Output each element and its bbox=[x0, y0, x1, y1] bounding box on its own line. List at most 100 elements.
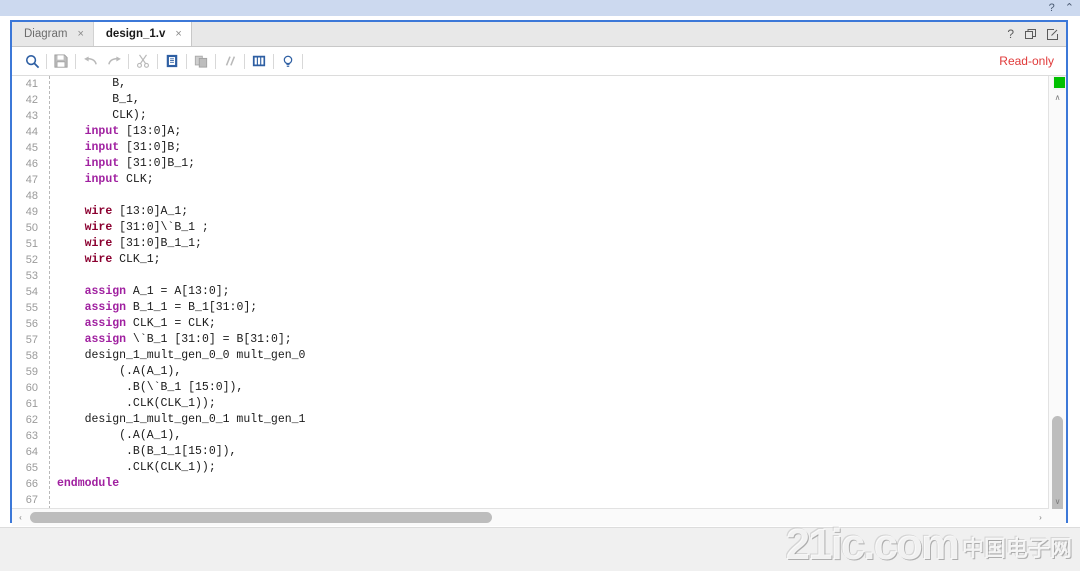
code-line[interactable]: 62 design_1_mult_gen_0_1 mult_gen_1 bbox=[12, 412, 1049, 428]
code-line[interactable]: 64 .B(B_1_1[15:0]), bbox=[12, 444, 1049, 460]
scroll-down-arrow[interactable]: ∨ bbox=[1049, 494, 1066, 509]
code-keyword: wire bbox=[84, 205, 113, 218]
restore-icon[interactable] bbox=[1025, 28, 1036, 40]
code-line[interactable]: 45 input [31:0]B; bbox=[12, 140, 1049, 156]
code-line[interactable]: 59 (.A(A_1), bbox=[12, 364, 1049, 380]
code-line[interactable]: 43 CLK); bbox=[12, 108, 1049, 124]
code-line[interactable]: 58 design_1_mult_gen_0_0 mult_gen_0 bbox=[12, 348, 1049, 364]
code-line[interactable]: 67 bbox=[12, 492, 1049, 508]
line-number: 60 bbox=[25, 382, 38, 394]
code-line[interactable]: 49 wire [13:0]A_1; bbox=[12, 204, 1049, 220]
vertical-scrollbar[interactable]: ∧ ∨ bbox=[1048, 76, 1066, 526]
code-line[interactable]: 44 input [13:0]A; bbox=[12, 124, 1049, 140]
line-number: 45 bbox=[25, 142, 38, 154]
code-keyword: wire bbox=[84, 221, 113, 234]
copy-icon-glyph bbox=[166, 54, 178, 68]
code-keyword: assign bbox=[84, 333, 127, 346]
window-close-icon[interactable]: ⌃ bbox=[1065, 2, 1074, 14]
bulb-icon[interactable] bbox=[276, 50, 300, 72]
code-line[interactable]: 54 assign A_1 = A[13:0]; bbox=[12, 284, 1049, 300]
line-number: 64 bbox=[25, 446, 38, 458]
line-text: input [31:0]B; bbox=[57, 140, 182, 156]
horizontal-scrollbar[interactable]: ‹ › bbox=[12, 508, 1049, 526]
scroll-left-arrow[interactable]: ‹ bbox=[12, 509, 29, 526]
code-token: [13:0]A; bbox=[119, 125, 182, 138]
code-editor-area[interactable]: 41 B, 42 B_1, 43 CLK); 44 input [13:0]A; 45 … bbox=[12, 76, 1066, 526]
line-text: input CLK; bbox=[57, 172, 154, 188]
tab-diagram[interactable]: Diagram × bbox=[12, 22, 94, 46]
help-icon[interactable]: ? bbox=[1007, 27, 1014, 41]
align-icon-glyph bbox=[252, 55, 266, 67]
code-line[interactable]: 56 assign CLK_1 = CLK; bbox=[12, 316, 1049, 332]
code-line[interactable]: 42 B_1, bbox=[12, 92, 1049, 108]
window-help-icon[interactable]: ? bbox=[1049, 2, 1055, 14]
copy-icon[interactable] bbox=[160, 50, 184, 72]
float-icon[interactable] bbox=[1047, 28, 1058, 40]
toolbar-separator bbox=[215, 53, 216, 69]
code-token: .CLK(CLK_1)); bbox=[57, 397, 216, 410]
code-line[interactable]: 53 bbox=[12, 268, 1049, 284]
code-line[interactable]: 52 wire CLK_1; bbox=[12, 252, 1049, 268]
code-keyword: input bbox=[84, 157, 120, 170]
line-number: 52 bbox=[25, 254, 38, 266]
line-number: 42 bbox=[25, 94, 38, 106]
bottom-status-strip bbox=[0, 527, 1080, 571]
code-line[interactable]: 46 input [31:0]B_1; bbox=[12, 156, 1049, 172]
line-text: endmodule bbox=[57, 476, 119, 492]
paste-icon[interactable] bbox=[189, 50, 213, 72]
line-text: wire [31:0]\`B_1 ; bbox=[57, 220, 209, 236]
code-line[interactable]: 47 input CLK; bbox=[12, 172, 1049, 188]
code-line[interactable]: 41 B, bbox=[12, 76, 1049, 92]
code-token: (.A(A_1), bbox=[57, 365, 182, 378]
code-line[interactable]: 50 wire [31:0]\`B_1 ; bbox=[12, 220, 1049, 236]
code-lines[interactable]: 41 B, 42 B_1, 43 CLK); 44 input [13:0]A; 45 … bbox=[12, 76, 1049, 508]
code-token: CLK_1; bbox=[112, 253, 161, 266]
code-line[interactable]: 61 .CLK(CLK_1)); bbox=[12, 396, 1049, 412]
line-number: 56 bbox=[25, 318, 38, 330]
tab-design-1-v[interactable]: design_1.v × bbox=[93, 22, 192, 46]
code-line[interactable]: 51 wire [31:0]B_1_1; bbox=[12, 236, 1049, 252]
find-icon[interactable] bbox=[20, 50, 44, 72]
scrollbar-corner bbox=[1049, 509, 1066, 526]
line-text: input [13:0]A; bbox=[57, 124, 182, 140]
readonly-status-label: Read-only bbox=[999, 54, 1054, 68]
code-keyword: assign bbox=[84, 301, 127, 314]
horizontal-scroll-thumb[interactable] bbox=[30, 512, 492, 523]
line-number: 53 bbox=[25, 270, 38, 282]
save-icon[interactable] bbox=[49, 50, 73, 72]
line-number: 49 bbox=[25, 206, 38, 218]
code-line[interactable]: 66 endmodule bbox=[12, 476, 1049, 492]
code-line[interactable]: 60 .B(\`B_1 [15:0]), bbox=[12, 380, 1049, 396]
comment-icon[interactable] bbox=[218, 50, 242, 72]
code-line[interactable]: 65 .CLK(CLK_1)); bbox=[12, 460, 1049, 476]
line-number: 54 bbox=[25, 286, 38, 298]
tab-diagram-close-icon[interactable]: × bbox=[77, 28, 83, 40]
comment-icon-glyph bbox=[225, 56, 236, 66]
code-token: \`B_1 [31:0] = B[31:0]; bbox=[126, 333, 292, 346]
align-icon[interactable] bbox=[247, 50, 271, 72]
tab-design-1-v-close-icon[interactable]: × bbox=[175, 28, 181, 40]
code-line[interactable]: 55 assign B_1_1 = B_1[31:0]; bbox=[12, 300, 1049, 316]
line-number: 61 bbox=[25, 398, 38, 410]
toolbar-separator bbox=[302, 53, 303, 69]
code-line[interactable]: 63 (.A(A_1), bbox=[12, 428, 1049, 444]
line-number: 55 bbox=[25, 302, 38, 314]
cut-icon[interactable] bbox=[131, 50, 155, 72]
scroll-right-arrow[interactable]: › bbox=[1032, 509, 1049, 526]
code-line[interactable]: 57 assign \`B_1 [31:0] = B[31:0]; bbox=[12, 332, 1049, 348]
code-keyword: input bbox=[84, 125, 120, 138]
line-text: (.A(A_1), bbox=[57, 428, 181, 444]
code-scroll-viewport[interactable]: 41 B, 42 B_1, 43 CLK); 44 input [13:0]A; 45 … bbox=[12, 76, 1049, 509]
code-health-marker[interactable] bbox=[1054, 77, 1065, 88]
redo-icon-glyph bbox=[107, 55, 121, 65]
redo-icon[interactable] bbox=[102, 50, 126, 72]
scroll-up-arrow[interactable]: ∧ bbox=[1049, 90, 1066, 105]
line-number: 43 bbox=[25, 110, 38, 122]
undo-icon[interactable] bbox=[78, 50, 102, 72]
tab-diagram-label: Diagram bbox=[24, 28, 68, 40]
code-line[interactable]: 48 bbox=[12, 188, 1049, 204]
